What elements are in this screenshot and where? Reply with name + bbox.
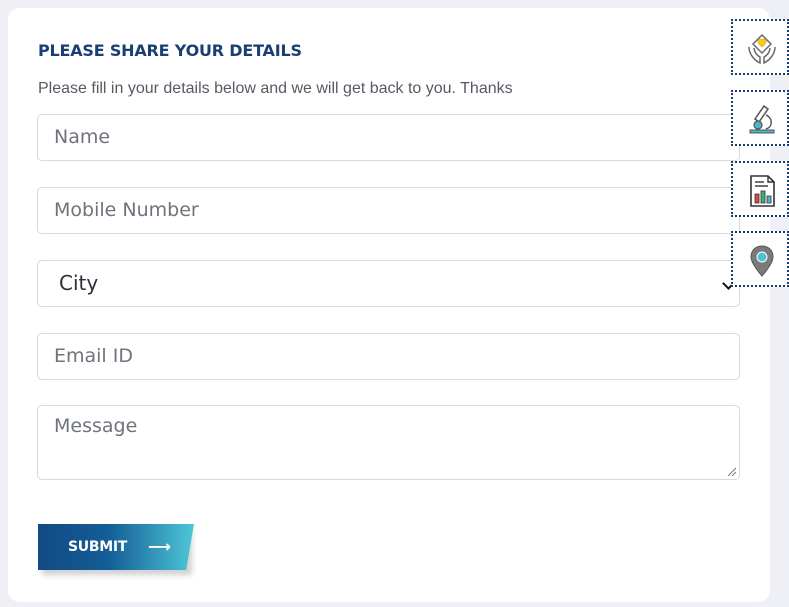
side-button-lab[interactable]	[731, 90, 789, 146]
name-placeholder: Name	[54, 126, 111, 148]
side-button-location[interactable]	[731, 231, 789, 287]
report-chart-icon	[750, 175, 775, 207]
side-button-reports[interactable]	[731, 161, 789, 217]
mobile-number-input[interactable]: Mobile Number	[37, 187, 740, 234]
form-title: PLEASE SHARE YOUR DETAILS	[38, 41, 302, 60]
mobile-placeholder: Mobile Number	[54, 199, 199, 221]
email-input[interactable]: Email ID	[37, 333, 740, 380]
resize-handle-icon[interactable]	[726, 466, 736, 476]
message-textarea[interactable]: Message	[37, 405, 740, 480]
email-placeholder: Email ID	[54, 345, 133, 367]
submit-button[interactable]: SUBMIT ⟶	[38, 524, 194, 570]
arrow-right-icon: ⟶	[148, 537, 171, 556]
microscope-icon	[749, 104, 775, 134]
side-button-care[interactable]	[731, 19, 789, 75]
location-pin-icon	[750, 245, 774, 277]
message-placeholder: Message	[54, 415, 138, 437]
form-subtitle: Please fill in your details below and we…	[38, 80, 513, 97]
care-hands-icon	[748, 33, 776, 65]
city-selected-value: City	[59, 271, 99, 295]
city-select[interactable]: City	[37, 260, 740, 307]
name-input[interactable]: Name	[37, 114, 740, 161]
submit-label: SUBMIT	[68, 539, 128, 555]
